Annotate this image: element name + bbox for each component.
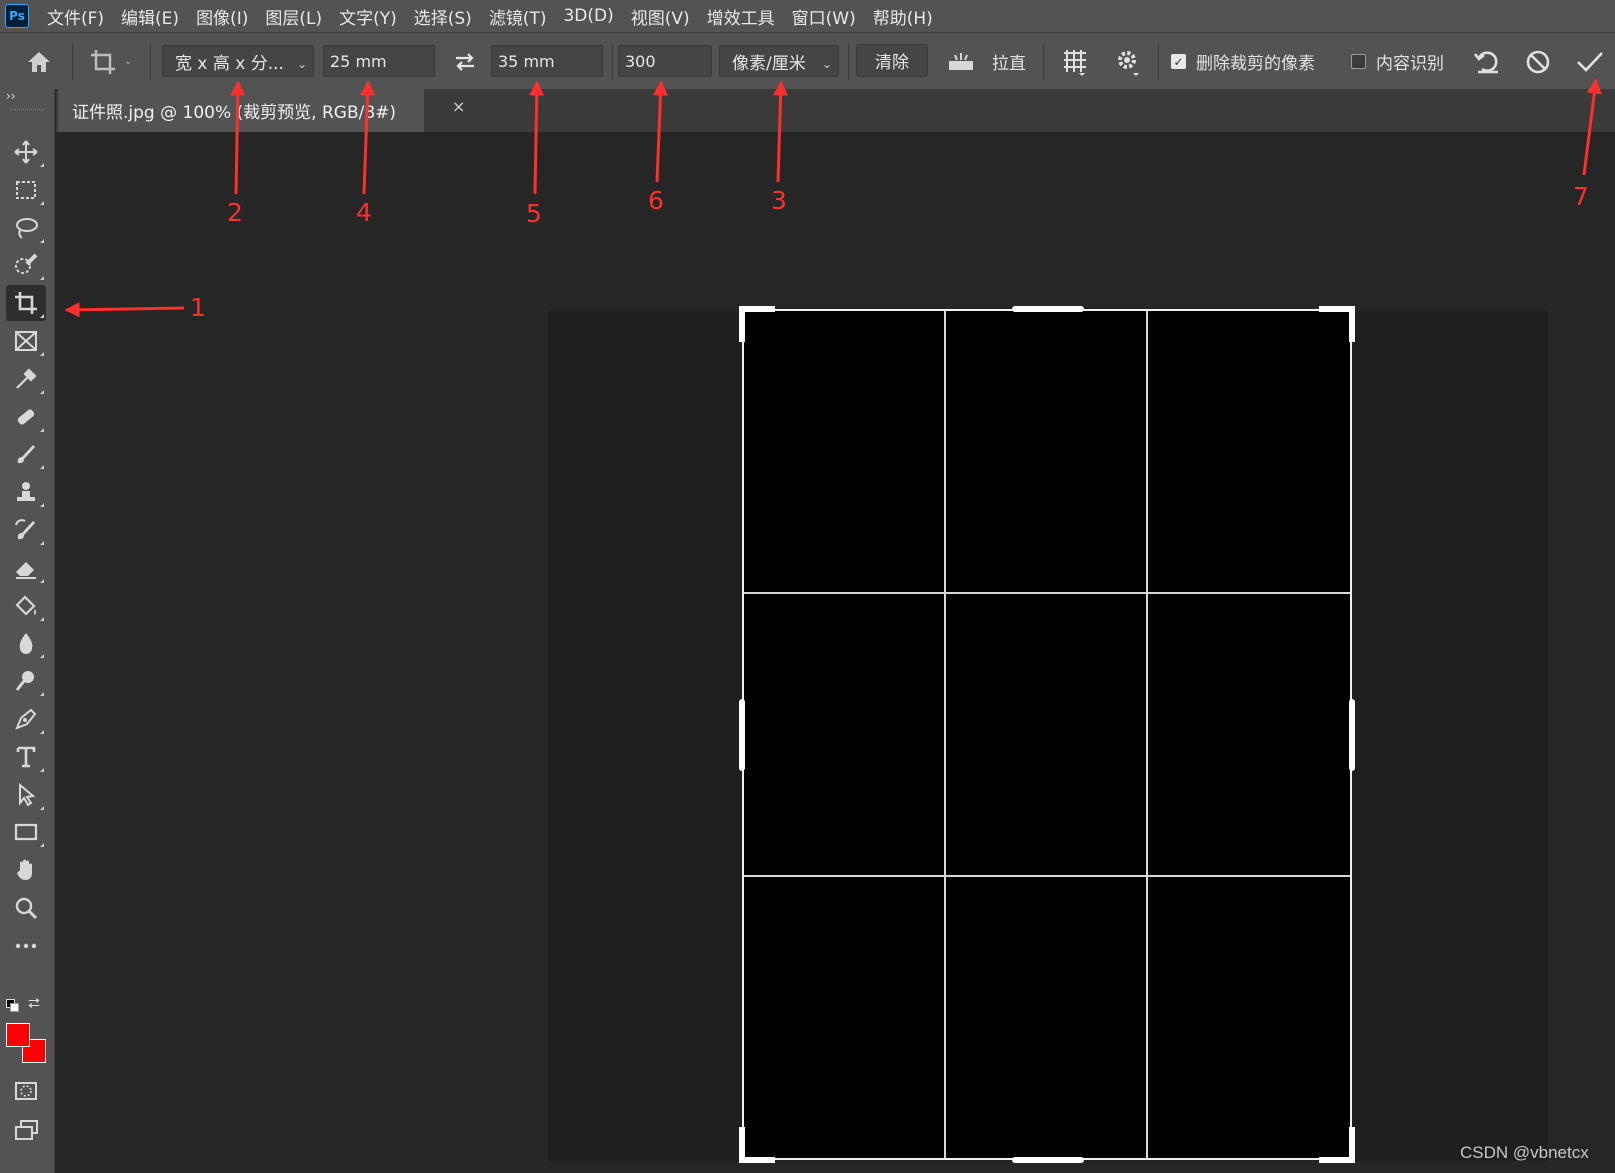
watermark: CSDN @vbnetcx bbox=[1460, 1143, 1589, 1162]
swap-icon[interactable] bbox=[450, 33, 480, 90]
zoom-tool-icon[interactable] bbox=[6, 890, 46, 926]
annotation-7: 7 bbox=[1573, 182, 1589, 211]
width-field[interactable]: 25 mm bbox=[323, 45, 435, 77]
crop-tool-icon[interactable] bbox=[6, 285, 46, 321]
checkbox-unchecked-icon[interactable] bbox=[1351, 54, 1366, 69]
frame-tool-icon[interactable] bbox=[6, 323, 46, 359]
document-tab-title: 证件照.jpg @ 100% (裁剪预览, RGB/8#) bbox=[72, 103, 397, 123]
checkbox-checked-icon[interactable]: ✓ bbox=[1171, 54, 1186, 69]
hand-tool-icon[interactable] bbox=[6, 852, 46, 888]
annotation-6: 6 bbox=[648, 186, 664, 215]
arrow-1 bbox=[64, 302, 185, 318]
reset-icon[interactable] bbox=[1473, 33, 1503, 90]
overlay-grid-icon[interactable] bbox=[1060, 33, 1090, 90]
default-colors-icon-back[interactable] bbox=[10, 1003, 19, 1012]
menu-help[interactable]: 帮助(H) bbox=[873, 4, 933, 29]
annotation-2: 2 bbox=[227, 198, 243, 227]
clear-button[interactable]: 清除 bbox=[856, 44, 928, 77]
delete-cropped-option[interactable]: ✓ 删除裁剪的像素 bbox=[1171, 33, 1315, 90]
commit-check-icon[interactable] bbox=[1575, 33, 1605, 90]
grid-line bbox=[744, 875, 1350, 877]
menu-select[interactable]: 选择(S) bbox=[414, 4, 472, 29]
lasso-tool-icon[interactable] bbox=[6, 210, 46, 246]
swap-colors-icon[interactable]: ⮂ bbox=[28, 994, 40, 1012]
crop-handle-bottom[interactable] bbox=[1012, 1157, 1084, 1163]
grid-line bbox=[1146, 311, 1148, 1158]
cancel-icon[interactable] bbox=[1523, 33, 1553, 90]
menu-bar: Ps 文件(F) 编辑(E) 图像(I) 图层(L) 文字(Y) 选择(S) 滤… bbox=[0, 0, 1615, 32]
crop-preset-icon[interactable] bbox=[86, 33, 120, 90]
close-icon[interactable]: × bbox=[452, 97, 465, 116]
crop-handle-top[interactable] bbox=[1012, 306, 1084, 312]
grid-line bbox=[944, 311, 946, 1158]
delete-cropped-label: 删除裁剪的像素 bbox=[1196, 54, 1315, 74]
options-bar: ⌄ 宽 x 高 x 分... ⌄ 25 mm 35 mm 300 像素/厘米 ⌄… bbox=[0, 32, 1615, 89]
crop-handle-left[interactable] bbox=[739, 699, 745, 771]
height-field[interactable]: 35 mm bbox=[491, 45, 603, 77]
menu-3d[interactable]: 3D(D) bbox=[563, 6, 613, 26]
quick-select-tool-icon[interactable] bbox=[6, 247, 46, 283]
marquee-tool-icon[interactable] bbox=[6, 172, 46, 208]
annotation-1: 1 bbox=[190, 293, 206, 322]
menu-filter[interactable]: 滤镜(T) bbox=[489, 4, 547, 29]
crop-preset-caret-icon[interactable]: ⌄ bbox=[124, 33, 132, 90]
ratio-preset-value: 宽 x 高 x 分... bbox=[175, 53, 284, 74]
gear-icon[interactable] bbox=[1113, 33, 1143, 90]
document-tab-bar: 证件照.jpg @ 100% (裁剪预览, RGB/8#) × bbox=[56, 89, 1615, 132]
resolution-field[interactable]: 300 bbox=[618, 45, 712, 77]
content-aware-option[interactable]: 内容识别 bbox=[1351, 33, 1444, 90]
crop-handle-right[interactable] bbox=[1349, 699, 1355, 771]
menu-type[interactable]: 文字(Y) bbox=[339, 4, 397, 29]
healing-tool-icon[interactable] bbox=[6, 399, 46, 435]
eraser-tool-icon[interactable] bbox=[6, 550, 46, 586]
crop-handle-bottom-right[interactable] bbox=[1349, 1127, 1355, 1163]
foreground-color-swatch[interactable] bbox=[6, 1023, 30, 1047]
content-aware-label: 内容识别 bbox=[1376, 54, 1444, 74]
more-tool-icon[interactable] bbox=[6, 928, 46, 964]
dodge-tool-icon[interactable] bbox=[6, 663, 46, 699]
photoshop-logo: Ps bbox=[5, 4, 29, 28]
document-tab[interactable]: 证件照.jpg @ 100% (裁剪预览, RGB/8#) bbox=[58, 89, 424, 132]
resolution-unit-value: 像素/厘米 bbox=[732, 53, 806, 74]
crop-handle-bottom-left[interactable] bbox=[739, 1127, 745, 1163]
menu-view[interactable]: 视图(V) bbox=[631, 4, 690, 29]
annotation-4: 4 bbox=[356, 198, 372, 227]
menu-edit[interactable]: 编辑(E) bbox=[121, 4, 179, 29]
annotation-3: 3 bbox=[771, 186, 787, 215]
panel-grip[interactable] bbox=[10, 109, 44, 112]
menu-plugins[interactable]: 增效工具 bbox=[707, 4, 775, 29]
paint-bucket-tool-icon[interactable] bbox=[6, 588, 46, 624]
ratio-preset-dropdown[interactable]: 宽 x 高 x 分... ⌄ bbox=[162, 45, 314, 77]
chevron-down-icon: ⌄ bbox=[296, 57, 307, 71]
annotation-5: 5 bbox=[526, 199, 542, 228]
menu-image[interactable]: 图像(I) bbox=[196, 4, 248, 29]
type-tool-icon[interactable] bbox=[6, 739, 46, 775]
path-select-tool-icon[interactable] bbox=[6, 777, 46, 813]
crop-handle-top-right[interactable] bbox=[1349, 306, 1355, 342]
eyedropper-tool-icon[interactable] bbox=[6, 361, 46, 397]
brush-tool-icon[interactable] bbox=[6, 436, 46, 472]
menu-layer[interactable]: 图层(L) bbox=[265, 4, 322, 29]
resolution-unit-dropdown[interactable]: 像素/厘米 ⌄ bbox=[719, 45, 839, 77]
expand-panel-icon[interactable]: ›› bbox=[6, 89, 16, 103]
menu-window[interactable]: 窗口(W) bbox=[792, 4, 856, 29]
pen-tool-icon[interactable] bbox=[6, 701, 46, 737]
menu-file[interactable]: 文件(F) bbox=[47, 4, 104, 29]
crop-box[interactable] bbox=[742, 309, 1352, 1160]
grid-line bbox=[744, 592, 1350, 594]
stamp-tool-icon[interactable] bbox=[6, 474, 46, 510]
straighten-label[interactable]: 拉直 bbox=[992, 33, 1026, 90]
screen-mode-icon[interactable] bbox=[6, 1113, 46, 1149]
chevron-down-icon: ⌄ bbox=[821, 57, 832, 71]
move-tool-icon[interactable] bbox=[6, 134, 46, 170]
straighten-icon[interactable] bbox=[946, 33, 976, 90]
home-icon[interactable] bbox=[24, 33, 54, 90]
rectangle-tool-icon[interactable] bbox=[6, 814, 46, 850]
blur-tool-icon[interactable] bbox=[6, 625, 46, 661]
history-brush-tool-icon[interactable] bbox=[6, 512, 46, 548]
crop-handle-top-left[interactable] bbox=[739, 306, 745, 342]
quick-mask-icon[interactable] bbox=[6, 1073, 46, 1109]
